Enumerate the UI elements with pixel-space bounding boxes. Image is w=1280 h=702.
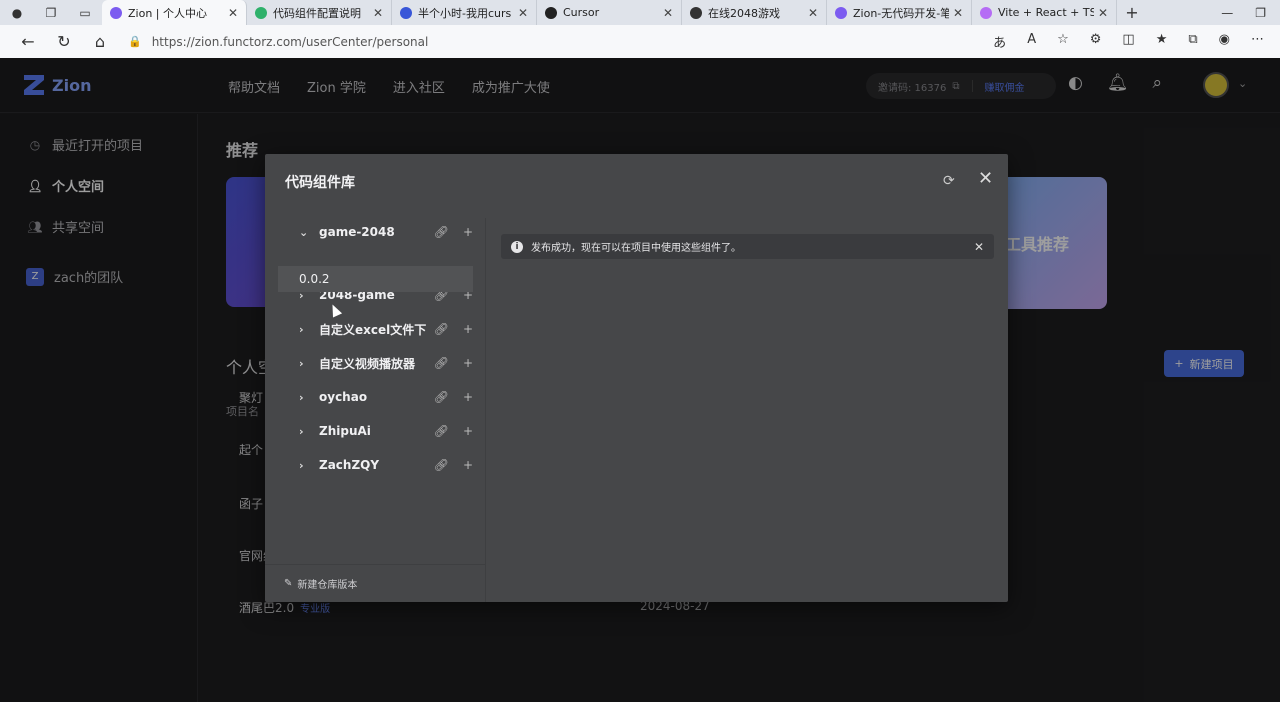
- tab-label: 在线2048游戏: [708, 6, 780, 20]
- plus-icon[interactable]: +: [463, 225, 473, 239]
- new-version-label: 新建仓库版本: [297, 580, 358, 591]
- browser-tab[interactable]: 半个小时-我用curs ✕: [392, 0, 537, 25]
- tree-item-name: ZhipuAi: [319, 424, 371, 438]
- chevron-right-icon[interactable]: ›: [299, 323, 313, 336]
- favorites-icon[interactable]: ★: [1156, 32, 1168, 51]
- plus-icon[interactable]: +: [463, 458, 473, 472]
- component-tree: ⌄ game-2048 🔗︎ + › 2048-game 🔗︎ + › 自定义excel文件下 🔗︎…: [265, 218, 486, 602]
- modal-title: 代码组件库: [285, 175, 355, 191]
- back-icon[interactable]: ←: [10, 32, 46, 51]
- browser-tab[interactable]: Zion-无代码开发-笔 ✕: [827, 0, 972, 25]
- tree-item-name: game-2048: [319, 225, 395, 239]
- version-item[interactable]: 0.0.2: [278, 266, 473, 292]
- plus-icon[interactable]: +: [463, 390, 473, 404]
- edit-icon: ✎: [284, 578, 293, 589]
- tree-item[interactable]: › oychao 🔗︎ +: [265, 383, 486, 411]
- tab-label: 半个小时-我用curs: [418, 6, 512, 20]
- close-tab-icon[interactable]: ✕: [953, 6, 963, 20]
- alert-text: 发布成功，现在可以在项目中使用这些组件了。: [531, 243, 741, 254]
- tab-label: Zion | 个人中心: [128, 6, 207, 20]
- browser-tab-strip: ● ❐ ▭ Zion | 个人中心 ✕ 代码组件配置说明 ✕ 半个小时-我用curs ✕ C…: [0, 0, 1280, 25]
- tree-item-name: 自定义视频播放器: [319, 356, 416, 371]
- browser-tab[interactable]: Zion | 个人中心 ✕: [102, 0, 247, 25]
- tree-item[interactable]: › 自定义视频播放器 🔗︎ +: [265, 349, 486, 377]
- close-icon[interactable]: ✕: [974, 240, 984, 254]
- close-tab-icon[interactable]: ✕: [1098, 6, 1108, 20]
- workspaces-icon[interactable]: ❐: [34, 0, 68, 25]
- plus-icon[interactable]: +: [463, 356, 473, 370]
- chevron-right-icon[interactable]: ›: [299, 425, 313, 438]
- read-aloud-icon[interactable]: A: [1027, 32, 1036, 51]
- browser-tab[interactable]: 代码组件配置说明 ✕: [247, 0, 392, 25]
- link-icon[interactable]: 🔗︎: [434, 458, 449, 472]
- refresh-icon[interactable]: ↻: [46, 32, 82, 51]
- close-tab-icon[interactable]: ✕: [808, 6, 818, 20]
- plus-icon[interactable]: +: [463, 424, 473, 438]
- code-component-library-modal: 代码组件库 ⟳ ✕ ⌄ game-2048 🔗︎ + › 2048-game 🔗︎ + › 自定义…: [265, 154, 1008, 602]
- chevron-right-icon[interactable]: ›: [299, 391, 313, 404]
- url-text: https://zion.functorz.com/userCenter/per…: [151, 34, 429, 49]
- tab-label: 代码组件配置说明: [273, 6, 361, 20]
- tree-item[interactable]: › ZhipuAi 🔗︎ +: [265, 417, 486, 445]
- new-tab-button[interactable]: +: [1117, 3, 1147, 22]
- more-icon[interactable]: ⋯: [1251, 32, 1264, 51]
- tab-favicon: [255, 6, 267, 19]
- tab-favicon: [690, 6, 702, 19]
- collections-icon[interactable]: ⧉: [1188, 32, 1197, 51]
- tab-favicon: [835, 6, 847, 19]
- tab-label: Cursor: [563, 6, 600, 19]
- link-icon[interactable]: 🔗︎: [434, 225, 449, 239]
- browser-tab[interactable]: Vite + React + TS ✕: [972, 0, 1117, 25]
- tree-item-name: ZachZQY: [319, 458, 380, 472]
- app-root: Zion 帮助文档 Zion 学院 进入社区 成为推广大使 邀请码: 16376…: [0, 58, 1280, 702]
- tree-item[interactable]: › ZachZQY 🔗︎ +: [265, 451, 486, 479]
- minimize-icon[interactable]: —: [1221, 6, 1233, 20]
- close-tab-icon[interactable]: ✕: [228, 6, 238, 20]
- plus-icon[interactable]: +: [463, 322, 473, 336]
- tree-item-name: 自定义excel文件下: [319, 322, 427, 337]
- address-bar: ← ↻ ⌂ 🔒 https://zion.functorz.com/userCe…: [0, 25, 1280, 58]
- chevron-right-icon[interactable]: ›: [299, 459, 313, 472]
- restore-icon[interactable]: ❐: [1255, 6, 1266, 20]
- split-screen-icon[interactable]: ◫: [1122, 32, 1134, 51]
- tree-item-name: oychao: [319, 390, 368, 404]
- close-tab-icon[interactable]: ✕: [518, 6, 528, 20]
- lock-icon: 🔒: [128, 35, 142, 48]
- success-alert: i 发布成功，现在可以在项目中使用这些组件了。 ✕: [501, 234, 994, 259]
- home-icon[interactable]: ⌂: [82, 32, 118, 51]
- browser-tab[interactable]: 在线2048游戏 ✕: [682, 0, 827, 25]
- tab-label: Zion-无代码开发-笔: [853, 6, 949, 20]
- close-icon[interactable]: ✕: [978, 168, 993, 189]
- link-icon[interactable]: 🔗︎: [434, 424, 449, 438]
- new-version-button[interactable]: ✎ 新建仓库版本: [265, 564, 486, 602]
- chevron-down-icon[interactable]: ⌄: [299, 226, 313, 239]
- translate-icon[interactable]: あ: [993, 32, 1006, 51]
- tab-actions-icon[interactable]: ▭: [68, 0, 102, 25]
- tree-item[interactable]: › 自定义excel文件下 🔗︎ +: [265, 315, 486, 343]
- version-label: 0.0.2: [299, 272, 330, 286]
- info-icon: i: [511, 240, 523, 253]
- link-icon[interactable]: 🔗︎: [434, 322, 449, 336]
- close-tab-icon[interactable]: ✕: [663, 6, 673, 20]
- refresh-icon[interactable]: ⟳: [943, 173, 955, 189]
- profile-icon[interactable]: ●: [0, 0, 34, 25]
- copilot-icon[interactable]: ◉: [1219, 32, 1230, 51]
- browser-tab[interactable]: Cursor ✕: [537, 0, 682, 25]
- tab-favicon: [545, 6, 557, 19]
- tab-label: Vite + React + TS: [998, 6, 1094, 19]
- chevron-right-icon[interactable]: ›: [299, 357, 313, 370]
- close-tab-icon[interactable]: ✕: [373, 6, 383, 20]
- link-icon[interactable]: 🔗︎: [434, 390, 449, 404]
- extensions-icon[interactable]: ⚙: [1090, 32, 1102, 51]
- tab-favicon: [980, 6, 992, 19]
- link-icon[interactable]: 🔗︎: [434, 356, 449, 370]
- tab-favicon: [400, 6, 412, 19]
- favorite-star-icon[interactable]: ☆: [1057, 32, 1069, 51]
- url-field[interactable]: 🔒 https://zion.functorz.com/userCenter/p…: [128, 35, 428, 49]
- tab-favicon: [110, 6, 122, 19]
- tree-item[interactable]: ⌄ game-2048 🔗︎ +: [265, 218, 486, 246]
